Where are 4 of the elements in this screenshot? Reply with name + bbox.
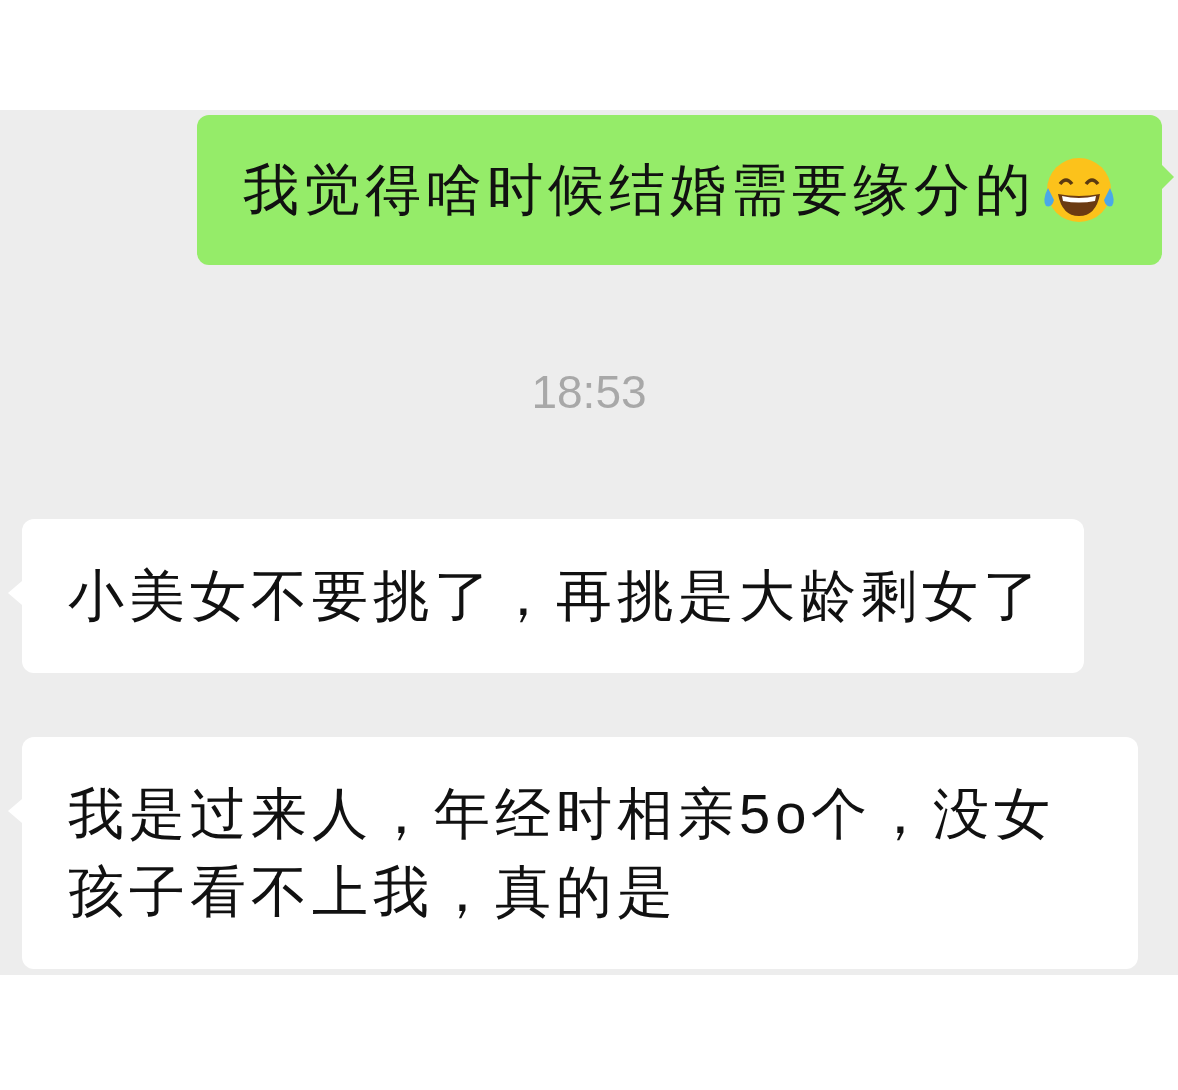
message-text: 我是过来人，年经时相亲5o个，没女孩子看不上我，真的是 (68, 781, 1057, 925)
message-text: 小美女不要挑了，再挑是大龄剩女了 (68, 563, 1044, 629)
message-text: 我觉得啥时候结婚需要缘分的 (243, 162, 1036, 218)
message-timestamp: 18:53 (531, 369, 647, 415)
